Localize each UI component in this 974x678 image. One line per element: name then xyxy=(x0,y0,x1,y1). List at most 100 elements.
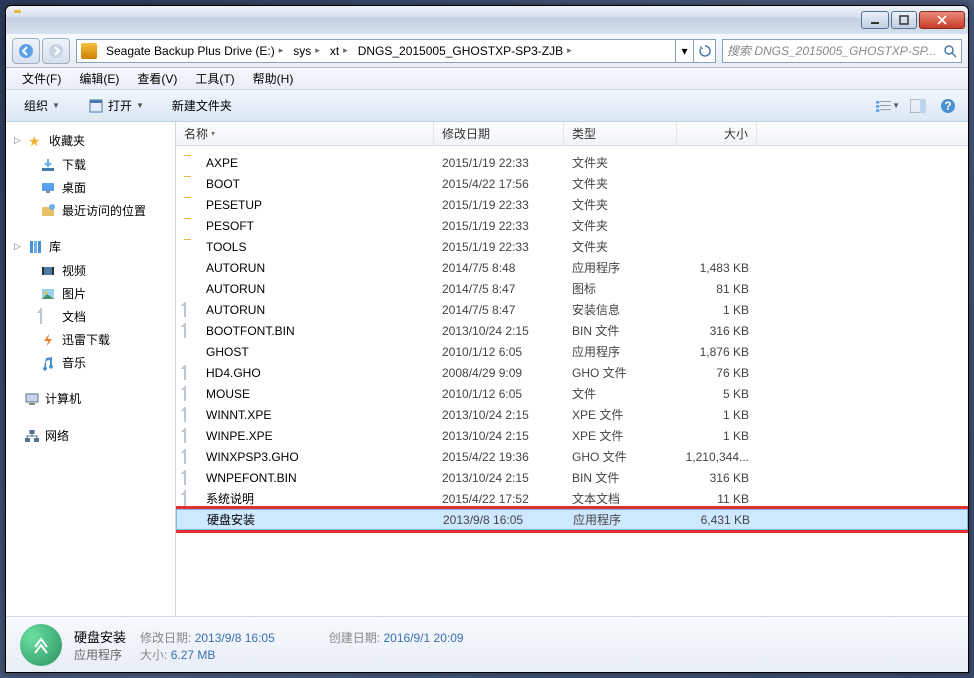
menu-help[interactable]: 帮助(H) xyxy=(245,68,302,89)
file-icon xyxy=(184,302,200,318)
file-row[interactable]: AUTORUN2014/7/5 8:47安装信息1 KB xyxy=(176,299,968,320)
file-row[interactable]: 系统说明2015/4/22 17:52文本文档11 KB xyxy=(176,488,968,509)
file-row[interactable]: HD4.GHO2008/4/29 9:09GHO 文件76 KB xyxy=(176,362,968,383)
file-row[interactable]: AXPE2015/1/19 22:33文件夹 xyxy=(176,152,968,173)
video-icon xyxy=(40,263,56,279)
file-date: 2010/1/12 6:05 xyxy=(434,345,564,359)
help-button[interactable]: ? xyxy=(936,94,960,118)
file-list[interactable]: AXPE2015/1/19 22:33文件夹BOOT2015/4/22 17:5… xyxy=(176,146,968,616)
file-type: 文件夹 xyxy=(564,238,677,255)
file-size: 1 KB xyxy=(677,303,757,317)
file-type: 文件 xyxy=(564,385,677,402)
file-type: GHO 文件 xyxy=(564,364,677,381)
menu-tools[interactable]: 工具(T) xyxy=(187,68,242,89)
search-input[interactable]: 搜索 DNGS_2015005_GHOSTXP-SP... xyxy=(722,39,962,63)
col-date[interactable]: 修改日期 xyxy=(434,122,564,145)
recent-icon xyxy=(40,203,56,219)
file-name: WNPEFONT.BIN xyxy=(206,471,297,485)
close-button[interactable] xyxy=(919,11,965,29)
file-name: 系统说明 xyxy=(206,490,254,507)
preview-pane-button[interactable] xyxy=(906,94,930,118)
explorer-window: Seagate Backup Plus Drive (E:)▸ sys▸ xt▸… xyxy=(5,5,969,673)
sidebar-favorites[interactable]: ▷★收藏夹 xyxy=(6,128,175,153)
crumb-2[interactable]: xt▸ xyxy=(325,40,353,62)
file-row[interactable]: WINNT.XPE2013/10/24 2:15XPE 文件1 KB xyxy=(176,404,968,425)
sidebar: ▷★收藏夹 下载 桌面 最近访问的位置 ▷库 视频 图片 文档 迅雷下载 音乐 … xyxy=(6,122,176,616)
file-row[interactable]: BOOT2015/4/22 17:56文件夹 xyxy=(176,173,968,194)
file-type: BIN 文件 xyxy=(564,469,677,486)
crumb-1[interactable]: sys▸ xyxy=(288,40,325,62)
file-name: PESOFT xyxy=(206,219,254,233)
sidebar-computer[interactable]: 计算机 xyxy=(6,386,175,411)
sidebar-libraries[interactable]: ▷库 xyxy=(6,234,175,259)
file-row[interactable]: WINXPSP3.GHO2015/4/22 19:36GHO 文件1,210,3… xyxy=(176,446,968,467)
download-icon xyxy=(40,157,56,173)
maximize-button[interactable] xyxy=(891,11,917,29)
file-row[interactable]: TOOLS2015/1/19 22:33文件夹 xyxy=(176,236,968,257)
sidebar-network[interactable]: 网络 xyxy=(6,423,175,448)
library-icon xyxy=(28,239,44,255)
open-button[interactable]: 打开▼ xyxy=(78,93,154,118)
file-type: 安装信息 xyxy=(564,301,677,318)
file-name: AUTORUN xyxy=(206,282,265,296)
view-mode-button[interactable]: ▼ xyxy=(876,94,900,118)
organize-button[interactable]: 组织▼ xyxy=(14,93,70,118)
col-size[interactable]: 大小 xyxy=(677,122,757,145)
file-row[interactable]: AUTORUN2014/7/5 8:47图标81 KB xyxy=(176,278,968,299)
file-name: AUTORUN xyxy=(206,261,265,275)
file-row[interactable]: MOUSE2010/1/12 6:05文件5 KB xyxy=(176,383,968,404)
menu-edit[interactable]: 编辑(E) xyxy=(71,68,127,89)
file-row[interactable]: PESETUP2015/1/19 22:33文件夹 xyxy=(176,194,968,215)
file-name: 硬盘安装 xyxy=(207,511,255,528)
sidebar-item-recent[interactable]: 最近访问的位置 xyxy=(6,199,175,222)
file-type: 应用程序 xyxy=(564,343,677,360)
file-name: AXPE xyxy=(206,156,238,170)
col-name[interactable]: 名称▾ xyxy=(176,122,434,145)
file-row[interactable]: BOOTFONT.BIN2013/10/24 2:15BIN 文件316 KB xyxy=(176,320,968,341)
file-type: XPE 文件 xyxy=(564,406,677,423)
file-icon xyxy=(184,281,200,297)
file-row[interactable]: WINPE.XPE2013/10/24 2:15XPE 文件1 KB xyxy=(176,425,968,446)
sidebar-item-videos[interactable]: 视频 xyxy=(6,259,175,282)
file-row[interactable]: GHOST2010/1/12 6:05应用程序1,876 KB xyxy=(176,341,968,362)
col-type[interactable]: 类型 xyxy=(564,122,677,145)
file-name: TOOLS xyxy=(206,240,246,254)
file-row[interactable]: AUTORUN2014/7/5 8:48应用程序1,483 KB xyxy=(176,257,968,278)
back-button[interactable] xyxy=(12,38,40,64)
file-size: 1,210,344... xyxy=(677,450,757,464)
file-icon xyxy=(184,470,200,486)
file-icon xyxy=(184,344,200,360)
crumb-0[interactable]: Seagate Backup Plus Drive (E:)▸ xyxy=(101,40,288,62)
window-icon xyxy=(14,12,30,28)
file-size: 1 KB xyxy=(677,408,757,422)
file-name: WINPE.XPE xyxy=(206,429,273,443)
sidebar-item-downloads[interactable]: 下载 xyxy=(6,153,175,176)
address-dropdown[interactable]: ▾ xyxy=(675,40,693,62)
minimize-button[interactable] xyxy=(861,11,889,29)
address-bar[interactable]: Seagate Backup Plus Drive (E:)▸ sys▸ xt▸… xyxy=(76,39,716,63)
file-icon xyxy=(184,260,200,276)
crumb-3[interactable]: DNGS_2015005_GHOSTXP-SP3-ZJB▸ xyxy=(353,40,577,62)
titlebar[interactable] xyxy=(6,6,968,34)
refresh-button[interactable] xyxy=(693,40,715,62)
sidebar-item-pictures[interactable]: 图片 xyxy=(6,282,175,305)
file-icon xyxy=(184,176,200,192)
forward-button[interactable] xyxy=(42,38,70,64)
new-folder-button[interactable]: 新建文件夹 xyxy=(162,93,242,118)
menu-view[interactable]: 查看(V) xyxy=(129,68,185,89)
sidebar-item-documents[interactable]: 文档 xyxy=(6,305,175,328)
file-date: 2014/7/5 8:47 xyxy=(434,282,564,296)
file-name: PESETUP xyxy=(206,198,262,212)
file-type: 文件夹 xyxy=(564,175,677,192)
menu-file[interactable]: 文件(F) xyxy=(14,68,69,89)
file-size: 5 KB xyxy=(677,387,757,401)
file-type: XPE 文件 xyxy=(564,427,677,444)
file-row[interactable]: WNPEFONT.BIN2013/10/24 2:15BIN 文件316 KB xyxy=(176,467,968,488)
desktop-icon xyxy=(40,180,56,196)
file-row[interactable]: PESOFT2015/1/19 22:33文件夹 xyxy=(176,215,968,236)
file-name: BOOTFONT.BIN xyxy=(206,324,295,338)
sidebar-item-music[interactable]: 音乐 xyxy=(6,351,175,374)
sidebar-item-desktop[interactable]: 桌面 xyxy=(6,176,175,199)
file-row[interactable]: 硬盘安装2013/9/8 16:05应用程序6,431 KB xyxy=(176,509,968,530)
sidebar-item-thunder[interactable]: 迅雷下载 xyxy=(6,328,175,351)
